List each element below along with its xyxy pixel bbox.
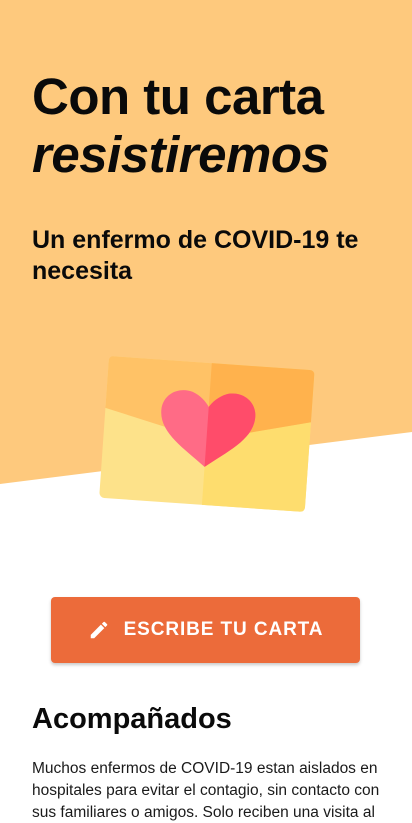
write-letter-button[interactable]: ESCRIBE TU CARTA — [51, 597, 360, 663]
hero-title-line-1: Con tu carta — [32, 68, 324, 125]
pencil-icon — [90, 621, 107, 639]
hero-subtitle: Un enfermo de COVID-19 te necesita — [32, 226, 359, 285]
hero-title-line-2: resistiremos — [32, 126, 330, 183]
write-letter-label: ESCRIBE TU CARTA — [123, 619, 324, 640]
page: Con tu carta resistiremos Un enfermo de … — [0, 0, 412, 823]
section-body: Muchos enfermos de COVID-19 estan aislad… — [32, 760, 380, 821]
section-title: Acompañados — [32, 703, 232, 735]
envelope-heart-icon — [99, 356, 315, 512]
hero-title: Con tu carta resistiremos — [32, 68, 330, 184]
